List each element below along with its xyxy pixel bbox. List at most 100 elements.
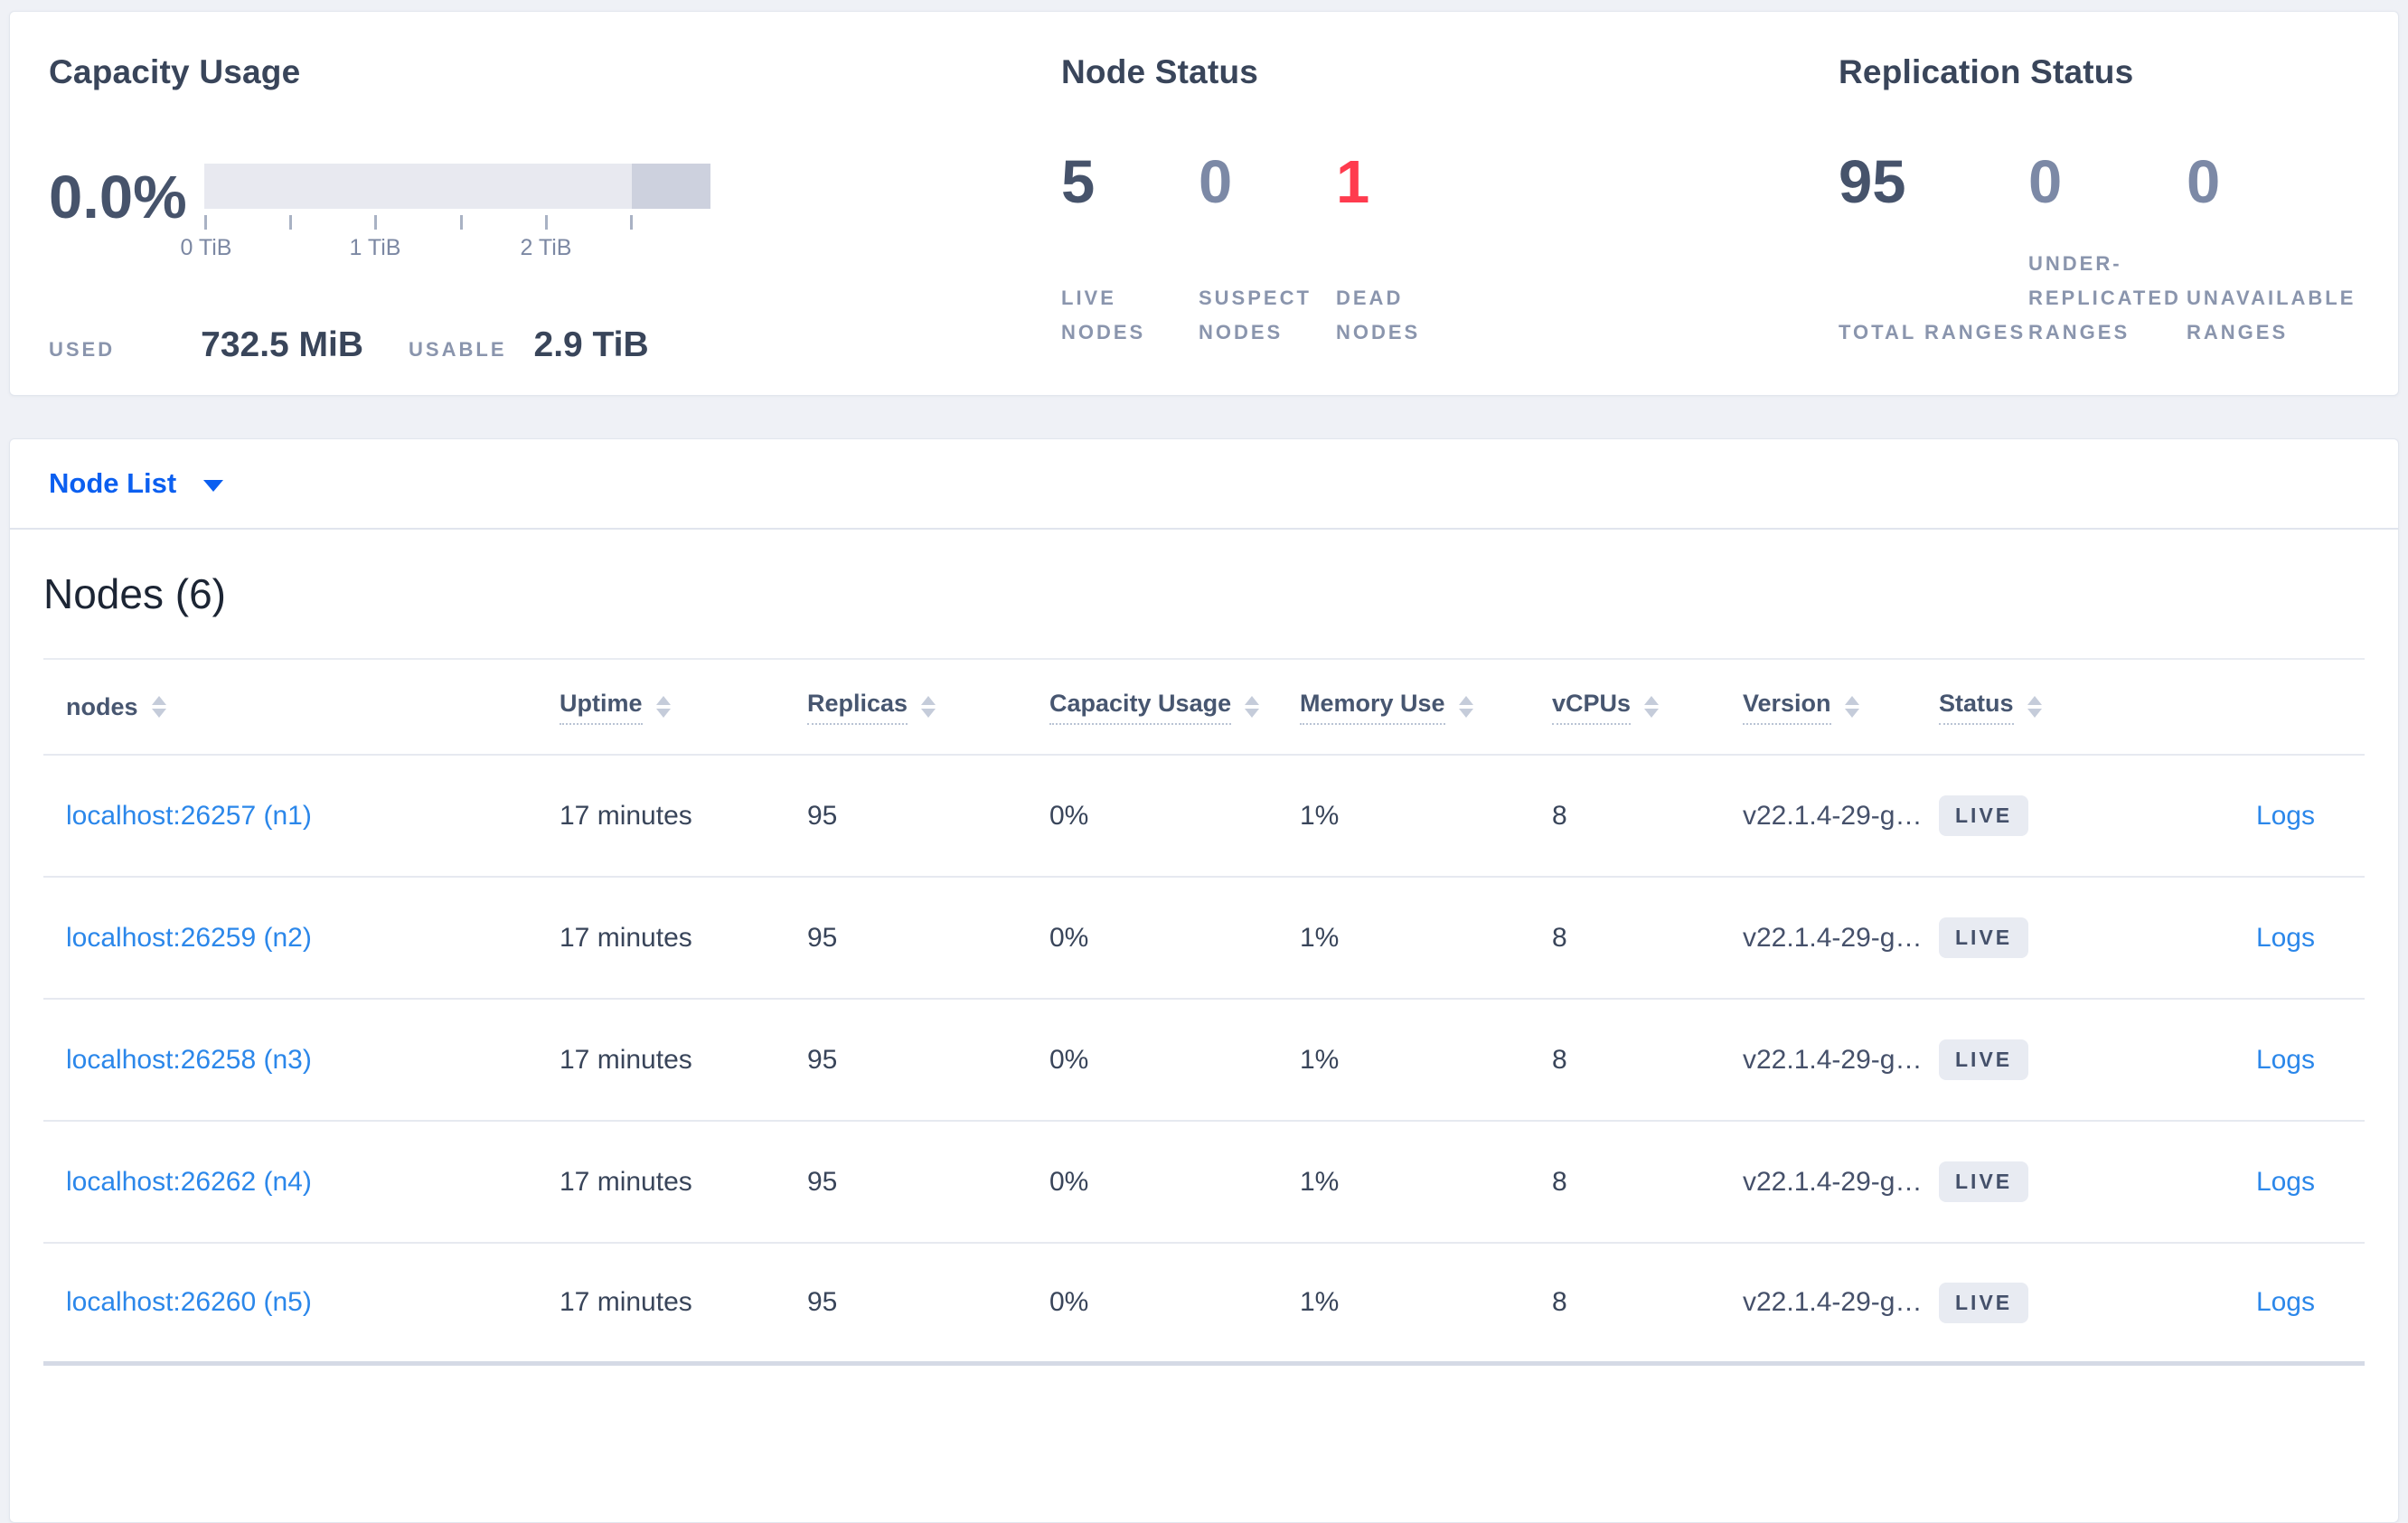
sort-arrows-icon — [1844, 696, 1859, 718]
unavailable-ranges-value: 0 — [2187, 148, 2221, 216]
capacity-usage-cell: 0% — [1049, 1287, 1089, 1317]
replicas-cell: 95 — [807, 1166, 838, 1197]
logs-link[interactable]: Logs — [2256, 923, 2315, 953]
column-header-nodes[interactable]: nodes — [66, 693, 560, 721]
node-link[interactable]: localhost:26260 (n5) — [66, 1287, 312, 1317]
version-cell: v22.1.4-29-g… — [1743, 1166, 1923, 1197]
suspect-nodes-value: 0 — [1199, 148, 1233, 216]
uptime-cell: 17 minutes — [560, 1044, 692, 1075]
capacity-gauge-bar — [204, 164, 710, 209]
replicas-cell: 95 — [807, 1287, 838, 1317]
gauge-tick-label: 2 TiB — [520, 235, 572, 260]
total-ranges-stat: 95 TOTAL RANGES — [1839, 148, 2028, 350]
sort-arrows-icon — [655, 696, 671, 718]
column-header-version[interactable]: Version — [1743, 690, 1939, 725]
uptime-cell: 17 minutes — [560, 1287, 692, 1317]
column-header-memory-use[interactable]: Memory Use — [1300, 690, 1552, 725]
uptime-cell: 17 minutes — [560, 1166, 692, 1197]
status-badge: LIVE — [1939, 1039, 2029, 1080]
total-ranges-label: TOTAL RANGES — [1839, 321, 2027, 343]
logs-link[interactable]: Logs — [2256, 1045, 2315, 1075]
nodes-section-title: Nodes (6) — [43, 570, 226, 617]
sort-arrows-icon — [1458, 696, 1473, 718]
unavailable-ranges-label: UNAVAILABLE RANGES — [2187, 287, 2356, 343]
node-link[interactable]: localhost:26258 (n3) — [66, 1045, 312, 1075]
capacity-usage-title: Capacity Usage — [49, 53, 301, 90]
sort-arrows-icon — [1245, 696, 1260, 718]
capacity-gauge: 0 TiB 1 TiB 2 TiB — [181, 164, 710, 262]
nodes-table-card: Nodes (6) nodes Uptime Replicas Capacity… — [9, 529, 2399, 1523]
column-header-status[interactable]: Status — [1939, 690, 2161, 725]
vcpus-cell: 8 — [1552, 1166, 1567, 1197]
uptime-cell: 17 minutes — [560, 800, 692, 831]
capacity-usage-cell: 0% — [1049, 1044, 1089, 1075]
live-nodes-label: LIVE NODES — [1061, 287, 1146, 343]
total-ranges-value: 95 — [1839, 148, 1906, 216]
capacity-usage-cell: 0% — [1049, 1166, 1089, 1197]
logs-link[interactable]: Logs — [2256, 1167, 2315, 1197]
capacity-percent-value: 0.0% — [49, 164, 187, 231]
column-header-capacity-usage[interactable]: Capacity Usage — [1049, 690, 1300, 725]
capacity-usage-cell: 0% — [1049, 922, 1089, 953]
memory-use-cell: 1% — [1300, 1287, 1340, 1317]
node-link[interactable]: localhost:26257 (n1) — [66, 801, 312, 831]
column-header-replicas[interactable]: Replicas — [807, 690, 1049, 725]
under-replicated-ranges-value: 0 — [2028, 148, 2063, 216]
usable-value: 2.9 TiB — [533, 325, 649, 364]
vcpus-cell: 8 — [1552, 1044, 1567, 1075]
replicas-cell: 95 — [807, 1044, 838, 1075]
view-selector-bar: Node List — [9, 438, 2399, 529]
capacity-usage-panel: Capacity Usage 0.0% 0 TiB 1 TiB 2 TiB US… — [49, 53, 1061, 395]
caret-down-icon — [203, 479, 224, 492]
version-cell: v22.1.4-29-g… — [1743, 922, 1923, 953]
dead-nodes-stat: 1 DEAD NODES — [1336, 148, 1473, 350]
table-row: localhost:26259 (n2) 17 minutes 95 0% 1%… — [43, 878, 2365, 1000]
unavailable-ranges-stat: 0 UNAVAILABLE RANGES — [2187, 148, 2408, 350]
version-cell: v22.1.4-29-g… — [1743, 1044, 1923, 1075]
memory-use-cell: 1% — [1300, 800, 1340, 831]
node-status-title: Node Status — [1061, 53, 1259, 90]
memory-use-cell: 1% — [1300, 922, 1340, 953]
logs-link[interactable]: Logs — [2256, 801, 2315, 831]
dead-nodes-value: 1 — [1336, 148, 1370, 216]
table-header-row: nodes Uptime Replicas Capacity Usage Mem… — [43, 660, 2365, 756]
sort-arrows-icon — [151, 696, 166, 718]
replication-status-title: Replication Status — [1839, 53, 2134, 90]
used-label: USED — [49, 338, 116, 361]
node-link[interactable]: localhost:26259 (n2) — [66, 923, 312, 953]
usable-label: USABLE — [409, 338, 507, 361]
replicas-cell: 95 — [807, 922, 838, 953]
live-nodes-stat: 5 LIVE NODES — [1061, 152, 1199, 350]
vcpus-cell: 8 — [1552, 922, 1567, 953]
status-badge: LIVE — [1939, 1282, 2029, 1323]
gauge-tick-label: 1 TiB — [349, 235, 401, 260]
table-row: localhost:26260 (n5) 17 minutes 95 0% 1%… — [43, 1244, 2365, 1366]
table-row: localhost:26258 (n3) 17 minutes 95 0% 1%… — [43, 1000, 2365, 1122]
column-header-vcpus[interactable]: vCPUs — [1552, 690, 1743, 725]
logs-link[interactable]: Logs — [2256, 1287, 2315, 1317]
version-cell: v22.1.4-29-g… — [1743, 800, 1923, 831]
replication-status-panel: Replication Status 95 TOTAL RANGES 0 UND… — [1839, 53, 2408, 395]
node-list-dropdown[interactable]: Node List — [49, 467, 224, 500]
table-row: localhost:26262 (n4) 17 minutes 95 0% 1%… — [43, 1122, 2365, 1244]
status-badge: LIVE — [1939, 795, 2029, 836]
vcpus-cell: 8 — [1552, 1287, 1567, 1317]
replicas-cell: 95 — [807, 800, 838, 831]
sort-arrows-icon — [2027, 696, 2042, 718]
sort-arrows-icon — [921, 696, 936, 718]
column-header-uptime[interactable]: Uptime — [560, 690, 807, 725]
under-replicated-ranges-label: UNDER-REPLICATED RANGES — [2028, 252, 2181, 343]
memory-use-cell: 1% — [1300, 1166, 1340, 1197]
capacity-usage-cell: 0% — [1049, 800, 1089, 831]
vcpus-cell: 8 — [1552, 800, 1567, 831]
table-row: localhost:26257 (n1) 17 minutes 95 0% 1%… — [43, 756, 2365, 878]
suspect-nodes-label: SUSPECT NODES — [1199, 287, 1312, 343]
status-badge: LIVE — [1939, 917, 2029, 958]
node-link[interactable]: localhost:26262 (n4) — [66, 1167, 312, 1197]
capacity-gauge-ticks — [204, 215, 710, 230]
node-status-panel: Node Status 5 LIVE NODES 0 SUSPECT NODES… — [1061, 53, 1839, 395]
cluster-summary-card: Capacity Usage 0.0% 0 TiB 1 TiB 2 TiB US… — [9, 11, 2399, 396]
suspect-nodes-stat: 0 SUSPECT NODES — [1199, 148, 1336, 350]
gauge-tick-label: 0 TiB — [180, 235, 232, 260]
memory-use-cell: 1% — [1300, 1044, 1340, 1075]
